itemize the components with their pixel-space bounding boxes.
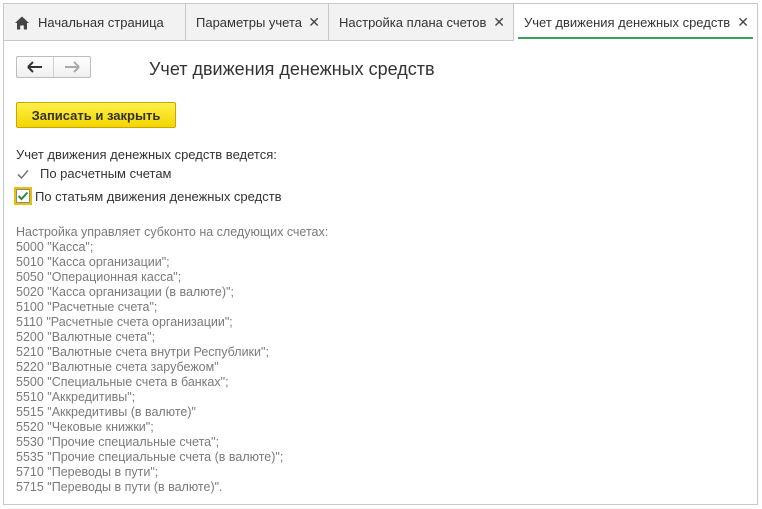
account-line: 5000 "Касса";: [16, 240, 94, 254]
tab-chart-of-accounts[interactable]: Настройка плана счетов ✕: [329, 4, 514, 41]
account-line: 5515 "Аккредитивы (в валюте)": [16, 405, 196, 419]
account-line: 5500 "Специальные счета в банках";: [16, 375, 229, 389]
account-line: 5200 "Валютные счета";: [16, 330, 156, 344]
arrow-left-icon: [27, 61, 42, 73]
checkbox-check-icon: [17, 191, 29, 201]
tab-home[interactable]: Начальная страница: [4, 4, 186, 41]
account-line: 5110 "Расчетные счета организации";: [16, 315, 233, 329]
checkmark-icon: [17, 169, 29, 179]
tab-cash-flow-label: Учет движения денежных средств: [524, 15, 731, 30]
account-line: 5100 "Расчетные счета";: [16, 300, 158, 314]
tab-params-label: Параметры учета: [196, 15, 303, 30]
account-line: 5210 "Валютные счета внутри Республики";: [16, 345, 269, 359]
close-icon[interactable]: ✕: [302, 14, 320, 31]
account-line: 5715 "Переводы в пути (в валюте)".: [16, 480, 223, 494]
option-by-items-label: По статьям движения денежных средств: [35, 188, 282, 204]
account-line: 5010 "Касса организации";: [16, 255, 170, 269]
account-line: 5020 "Касса организации (в валюте)";: [16, 285, 234, 299]
save-and-close-button[interactable]: Записать и закрыть: [16, 102, 176, 128]
arrow-right-icon: [65, 61, 80, 73]
account-line: 5710 "Переводы в пути";: [16, 465, 159, 479]
account-line: 5535 "Прочие специальные счета (в валюте…: [16, 450, 284, 464]
back-button[interactable]: [17, 57, 53, 77]
account-line: 5050 "Операционная касса";: [16, 270, 182, 284]
home-icon: [14, 15, 30, 31]
account-line: 5220 "Валютные счета зарубежом": [16, 360, 219, 374]
accounts-header: Настройка управляет субконто на следующи…: [16, 225, 329, 239]
option-by-items: По статьям движения денежных средств: [14, 187, 282, 205]
account-line: 5530 "Прочие специальные счета";: [16, 435, 220, 449]
tab-home-label: Начальная страница: [38, 15, 164, 30]
option-by-accounts: По расчетным счетам: [16, 166, 172, 181]
forward-button[interactable]: [53, 57, 90, 77]
accounts-list: Настройка управляет субконто на следующи…: [16, 225, 328, 495]
tab-bar: Начальная страница Параметры учета ✕ Нас…: [4, 4, 757, 41]
tab-chart-of-accounts-label: Настройка плана счетов: [339, 15, 487, 30]
account-line: 5510 "Аккредитивы";: [16, 390, 136, 404]
option-by-accounts-label: По расчетным счетам: [40, 166, 172, 181]
form-window: Начальная страница Параметры учета ✕ Нас…: [3, 3, 758, 505]
intro-label: Учет движения денежных средств ведется:: [16, 147, 277, 162]
tab-params[interactable]: Параметры учета ✕: [186, 4, 329, 41]
close-icon[interactable]: ✕: [487, 14, 505, 31]
tab-cash-flow[interactable]: Учет движения денежных средств ✕: [514, 4, 757, 41]
close-icon[interactable]: ✕: [731, 14, 749, 31]
nav-buttons: [16, 56, 91, 78]
by-items-checkbox[interactable]: [14, 187, 32, 205]
account-line: 5520 "Чековые книжки";: [16, 420, 154, 434]
page-title: Учет движения денежных средств: [149, 59, 435, 79]
